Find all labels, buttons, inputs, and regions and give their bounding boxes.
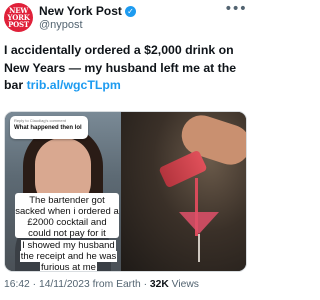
media-right-panel: [121, 112, 246, 271]
video-caption-1: The bartender got sacked when i ordered …: [15, 193, 119, 239]
handle[interactable]: @nypost: [39, 19, 83, 32]
martini-glass-stem: [198, 234, 200, 262]
media-left-panel: Reply to Claudiag's comment What happene…: [5, 112, 121, 272]
name-row: New York Post ✓: [39, 4, 136, 18]
separator: ·: [143, 279, 148, 290]
avatar[interactable]: NEW YORK POST: [4, 3, 33, 32]
verified-badge-icon: ✓: [124, 5, 136, 17]
avatar-text-line3: POST: [8, 20, 29, 29]
views-count: 32K: [149, 279, 169, 290]
more-options-icon[interactable]: •••: [224, 2, 247, 16]
video-caption-2: I showed my husband the receipt and he w…: [18, 240, 119, 272]
separator: ·: [32, 279, 37, 290]
video-caption-2-text: I showed my husband the receipt and he w…: [19, 240, 118, 272]
martini-glass-bowl: [179, 212, 219, 234]
tweet-source: from Earth: [92, 279, 141, 290]
tweet-header: NEW YORK POST New York Post ✓ @nypost ••…: [0, 0, 252, 36]
views-label: Views: [171, 279, 199, 290]
reply-bubble: Reply to Claudiag's comment What happene…: [10, 116, 88, 139]
tweet-time[interactable]: 16:42: [4, 279, 30, 290]
tweet-meta: 16:42 · 14/11/2023 from Earth · 32K View…: [4, 278, 199, 292]
tweet-date[interactable]: 14/11/2023: [39, 279, 90, 290]
reply-text: What happened then lol: [14, 125, 82, 131]
tweet-media[interactable]: Reply to Claudiag's comment What happene…: [4, 111, 247, 272]
tweet-text: I accidentally ordered a $2,000 drink on…: [4, 42, 250, 95]
display-name[interactable]: New York Post: [39, 4, 122, 18]
tweet-link[interactable]: trib.al/wgcTLpm: [27, 78, 121, 92]
reply-meta: Reply to Claudiag's comment: [14, 118, 66, 123]
cocktail-shaker: [158, 149, 208, 189]
